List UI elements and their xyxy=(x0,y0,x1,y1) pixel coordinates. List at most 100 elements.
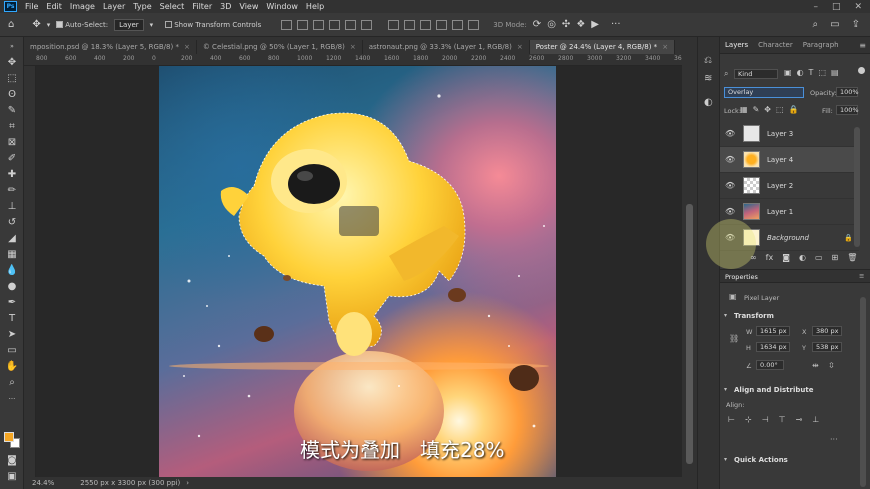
properties-scrollbar[interactable] xyxy=(860,297,866,487)
height-field[interactable]: 1634 px xyxy=(756,342,790,352)
status-arrow-icon[interactable]: › xyxy=(186,479,189,487)
layer-name[interactable]: Background xyxy=(767,234,809,242)
quick-actions-title[interactable]: Quick Actions xyxy=(734,456,788,464)
link-proportions-icon[interactable]: ⛓ xyxy=(729,334,739,343)
filter-smart-icon[interactable]: ▤ xyxy=(831,68,839,77)
distribute-left-icon[interactable] xyxy=(436,19,448,30)
quick-select-tool-icon[interactable]: ✎ xyxy=(5,105,19,117)
delete-layer-icon[interactable]: 🗑 xyxy=(847,253,857,262)
hand-tool-icon[interactable]: ✋ xyxy=(5,361,19,373)
layer-name[interactable]: Layer 1 xyxy=(767,208,793,216)
history-brush-tool-icon[interactable]: ↺ xyxy=(5,217,19,229)
width-field[interactable]: 1615 px xyxy=(756,326,790,336)
brush-tool-icon[interactable]: ✏ xyxy=(5,185,19,197)
layers-scrollbar[interactable] xyxy=(854,127,860,247)
libraries-panel-icon[interactable]: ◐ xyxy=(704,97,713,108)
history-panel-icon[interactable]: ⎌ xyxy=(704,55,712,66)
tab-composition[interactable]: mposition.psd @ 18.3% (Layer 5, RGB/8) *… xyxy=(24,40,197,54)
adjustment-layer-icon[interactable]: ◐ xyxy=(799,253,806,262)
align-vertical-centers-icon[interactable]: ⊸ xyxy=(796,415,803,424)
menu-file[interactable]: File xyxy=(21,2,42,11)
tab-paragraph[interactable]: Paragraph xyxy=(798,41,844,49)
chevron-down-icon[interactable]: ▾ xyxy=(47,21,51,29)
type-tool-icon[interactable]: T xyxy=(5,313,19,325)
menu-type[interactable]: Type xyxy=(129,2,155,11)
more-options-icon[interactable]: ··· xyxy=(611,19,621,30)
blur-tool-icon[interactable]: 💧 xyxy=(5,265,19,277)
fill-field[interactable]: 100% xyxy=(836,105,859,115)
distribute-top-icon[interactable] xyxy=(388,19,400,30)
adjustments-panel-icon[interactable]: ≋ xyxy=(704,73,712,84)
vertical-scrollbar[interactable] xyxy=(682,54,697,477)
close-icon[interactable]: × xyxy=(662,43,668,51)
layer-name[interactable]: Layer 2 xyxy=(767,182,793,190)
clone-stamp-tool-icon[interactable]: ⊥ xyxy=(5,201,19,213)
lock-pixels-icon[interactable]: ▦ xyxy=(740,105,748,114)
align-left-edges-icon[interactable]: ⊢ xyxy=(728,415,735,424)
panel-menu-icon[interactable]: ≡ xyxy=(859,41,870,50)
blend-mode-dropdown[interactable]: Overlay xyxy=(724,87,804,98)
y-field[interactable]: 538 px xyxy=(812,342,842,352)
close-icon[interactable]: × xyxy=(184,43,190,51)
lock-all-icon[interactable]: 🔒 xyxy=(789,105,799,114)
filter-adjustment-icon[interactable]: ◐ xyxy=(797,68,804,77)
lock-position-icon[interactable]: ✥ xyxy=(764,105,771,114)
zoom-tool-icon[interactable]: ⌕ xyxy=(5,377,19,389)
document-canvas[interactable] xyxy=(159,66,556,477)
pan-3d-icon[interactable]: ✣ xyxy=(562,19,570,30)
align-center-icon[interactable] xyxy=(345,19,357,30)
tab-poster[interactable]: Poster @ 24.4% (Layer 4, RGB/8) * × xyxy=(529,40,676,54)
auto-select-checkbox[interactable]: Auto-Select: xyxy=(56,20,108,29)
layer-row-layer-3[interactable]: 👁 Layer 3 xyxy=(720,121,859,147)
chevron-down-icon[interactable]: ▾ xyxy=(724,456,727,463)
flip-vertical-icon[interactable]: ⇳ xyxy=(828,361,835,370)
flip-horizontal-icon[interactable]: ⇹ xyxy=(812,361,819,370)
foreground-color-swatch[interactable] xyxy=(4,432,14,442)
layer-name[interactable]: Layer 4 xyxy=(767,156,793,164)
align-section-title[interactable]: Align and Distribute xyxy=(734,386,813,394)
angle-field[interactable]: 0.00° xyxy=(756,360,784,370)
align-left-icon[interactable] xyxy=(329,19,341,30)
fx-icon[interactable]: fx xyxy=(766,253,774,262)
move-tool-icon[interactable]: ✥ xyxy=(5,57,19,69)
chevron-down-icon[interactable]: ▾ xyxy=(724,386,727,393)
chevron-down-icon[interactable]: ▾ xyxy=(150,21,154,29)
menu-select[interactable]: Select xyxy=(156,2,189,11)
pen-tool-icon[interactable]: ✒ xyxy=(5,297,19,309)
lock-paint-icon[interactable]: ✎ xyxy=(753,105,760,114)
close-window-button[interactable]: ✕ xyxy=(854,2,862,12)
scrollbar-thumb[interactable] xyxy=(686,204,693,464)
link-layers-icon[interactable]: ∞ xyxy=(750,253,757,262)
align-right-icon[interactable] xyxy=(361,19,373,30)
share-icon[interactable]: ⇪ xyxy=(852,19,860,30)
visibility-eye-icon[interactable]: 👁 xyxy=(725,207,735,216)
more-options-icon[interactable]: ··· xyxy=(830,435,838,444)
slide-3d-icon[interactable]: ❖ xyxy=(576,19,585,30)
frame-tool-icon[interactable]: ⊠ xyxy=(5,137,19,149)
workspace-icon[interactable]: ▭ xyxy=(830,19,839,30)
x-field[interactable]: 380 px xyxy=(812,326,842,336)
visibility-eye-icon[interactable]: 👁 xyxy=(725,155,735,164)
align-horizontal-centers-icon[interactable]: ⊹ xyxy=(745,415,752,424)
panel-menu-icon[interactable]: ≡ xyxy=(859,272,864,280)
new-group-icon[interactable]: ▭ xyxy=(815,253,823,262)
marquee-tool-icon[interactable]: ⬚ xyxy=(5,73,19,85)
menu-image[interactable]: Image xyxy=(66,2,99,11)
close-icon[interactable]: × xyxy=(350,43,356,51)
new-layer-icon[interactable]: ⊞ xyxy=(832,253,839,262)
collapse-toolbar-icon[interactable]: » xyxy=(5,41,19,53)
crop-tool-icon[interactable]: ⌗ xyxy=(5,121,19,133)
minimize-button[interactable]: – xyxy=(813,2,818,12)
filter-kind-dropdown[interactable]: Kind xyxy=(734,69,778,79)
transform-section-title[interactable]: Transform xyxy=(734,312,774,320)
scale-3d-icon[interactable]: ▶ xyxy=(591,19,599,30)
layer-row-layer-2[interactable]: 👁 Layer 2 xyxy=(720,173,859,199)
align-middle-icon[interactable] xyxy=(297,19,309,30)
filter-shape-icon[interactable]: ⬚ xyxy=(818,68,826,77)
add-mask-icon[interactable]: ◙ xyxy=(782,253,790,262)
more-tools-icon[interactable]: ··· xyxy=(5,393,19,405)
healing-brush-tool-icon[interactable]: ✚ xyxy=(5,169,19,181)
menu-edit[interactable]: Edit xyxy=(42,2,66,11)
close-icon[interactable]: × xyxy=(517,43,523,51)
distribute-right-icon[interactable] xyxy=(468,19,480,30)
